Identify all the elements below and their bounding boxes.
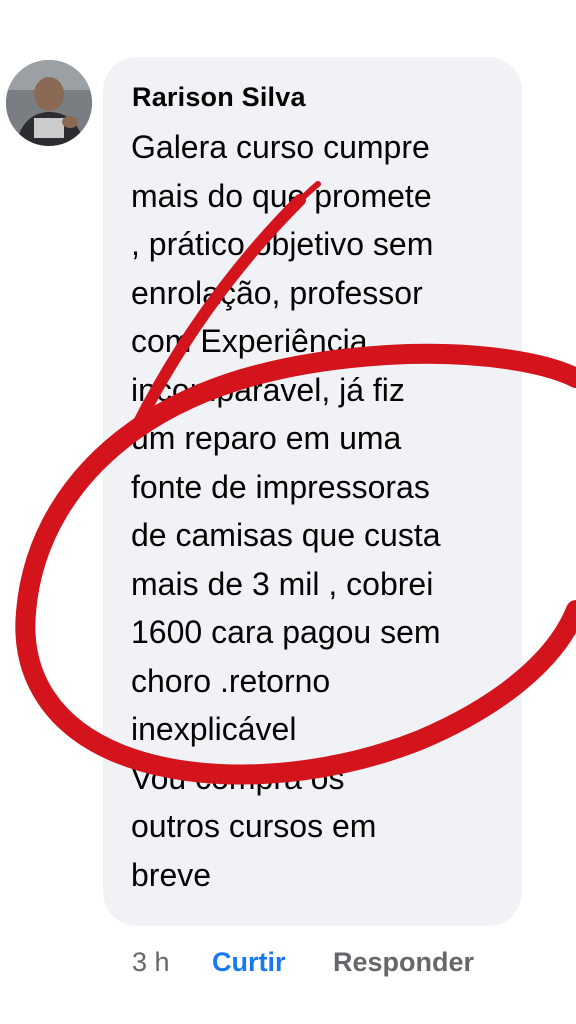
like-button[interactable]: Curtir (212, 944, 286, 980)
comment-timestamp[interactable]: 3 h (132, 944, 170, 980)
comment-text: Galera curso cumpre mais do que promete … (131, 129, 441, 893)
avatar[interactable] (6, 60, 92, 146)
reply-button[interactable]: Responder (333, 944, 474, 980)
comment-screen: Rarison Silva Galera curso cumpre mais d… (0, 0, 576, 1024)
comment-author[interactable]: Rarison Silva (132, 82, 306, 113)
avatar-photo (6, 60, 92, 146)
